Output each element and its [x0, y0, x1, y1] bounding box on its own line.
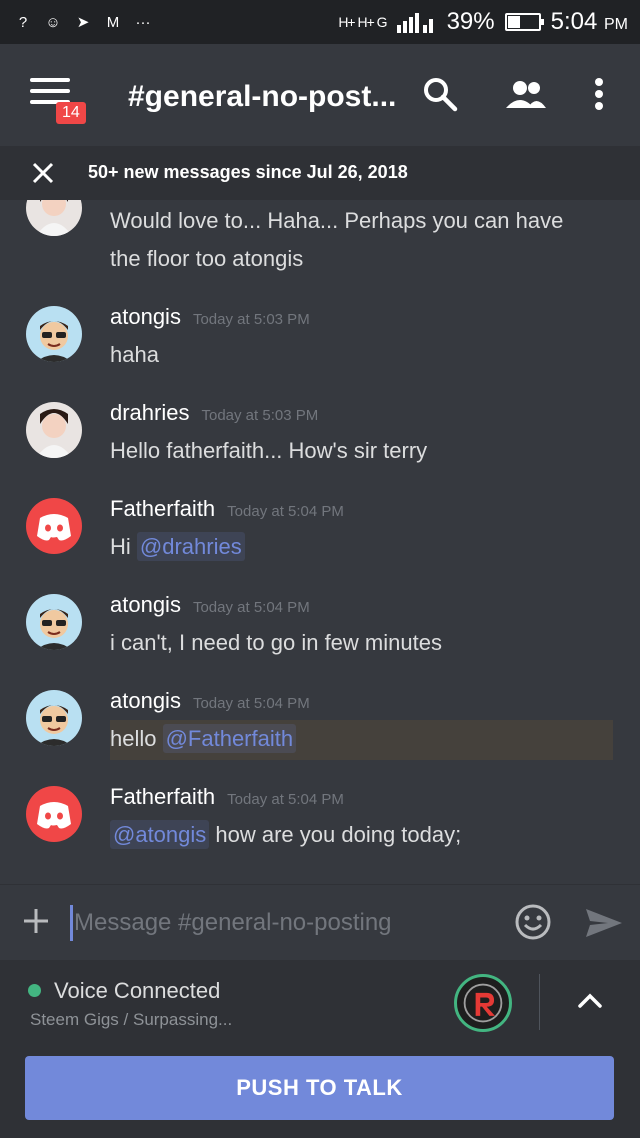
send-icon[interactable] — [584, 907, 624, 939]
message-header: atongis Today at 5:03 PM — [110, 304, 310, 330]
emoji-icon[interactable] — [514, 903, 552, 941]
message-author[interactable]: Fatherfaith — [110, 784, 215, 810]
message-text-suffix: how are you doing today; — [209, 822, 462, 847]
chevron-up-icon[interactable] — [576, 990, 604, 1010]
avatar-atongis[interactable] — [26, 306, 82, 362]
voice-channel-name[interactable]: Steem Gigs / Surpassing... — [30, 1010, 232, 1030]
search-icon[interactable] — [420, 74, 460, 114]
avatar-atongis[interactable] — [26, 594, 82, 650]
app-notification-icon: ☺ — [45, 13, 61, 31]
mention[interactable]: @Fatherfaith — [162, 724, 297, 753]
clock: 5:04 PM — [551, 8, 628, 36]
message-list[interactable]: Would love to... Haha... Perhaps you can… — [0, 200, 640, 884]
channel-toolbar: 14 #general-no-post... — [0, 44, 640, 146]
message-text-prefix: hello — [110, 726, 163, 751]
signal-icon: H+ H+ G — [338, 14, 387, 30]
signal-bars-icon — [396, 13, 433, 33]
message-author[interactable]: Fatherfaith — [110, 496, 215, 522]
help-icon: ? — [18, 13, 28, 31]
voice-status: Voice Connected — [54, 978, 221, 1003]
discord-logo-icon — [37, 802, 71, 829]
gmail-icon: M — [106, 13, 120, 31]
status-bar: ? ☺ ➤ M ··· H+ H+ G 39% 5:04 PM — [0, 0, 640, 44]
avatar-drahries[interactable] — [26, 200, 82, 236]
battery-percent: 39% — [446, 8, 495, 35]
avatar-drahries[interactable] — [26, 402, 82, 458]
message-text: Would love to... Haha... Perhaps you can… — [110, 202, 563, 278]
message-text-prefix: Hi — [110, 534, 137, 559]
message-author[interactable]: drahries — [110, 400, 189, 426]
message-line: the floor too atongis — [110, 246, 304, 271]
message-header: drahries Today at 5:03 PM — [110, 400, 318, 426]
message-author[interactable]: atongis — [110, 688, 181, 714]
message-timestamp: Today at 5:04 PM — [227, 503, 344, 520]
new-messages-text: 50+ new messages since Jul 26, 2018 — [88, 162, 408, 182]
message-header: atongis Today at 5:04 PM — [110, 592, 310, 618]
message-input[interactable] — [74, 905, 494, 941]
avatar-discord-default[interactable] — [26, 786, 82, 842]
menu-icon — [30, 78, 70, 82]
clock-time: 5:04 — [550, 8, 598, 35]
message-text: i can't, I need to go in few minutes — [110, 630, 442, 655]
more-vertical-icon[interactable] — [584, 74, 614, 114]
message-composer — [0, 884, 640, 960]
voice-user-avatar[interactable] — [454, 974, 512, 1032]
avatar-discord-default[interactable] — [26, 498, 82, 554]
mention[interactable]: @atongis — [110, 820, 210, 849]
voice-panel: Voice Connected Steem Gigs / Surpassing.… — [0, 960, 640, 1138]
plus-icon[interactable] — [22, 907, 50, 935]
message-timestamp: Today at 5:03 PM — [192, 311, 310, 328]
message-timestamp: Today at 5:04 PM — [192, 599, 310, 616]
message-header: Fatherfaith Today at 5:04 PM — [110, 496, 344, 522]
new-messages-bar[interactable]: 50+ new messages since Jul 26, 2018 — [0, 146, 640, 200]
message-text: haha — [110, 342, 159, 367]
message-text: @atongis how are you doing today; — [110, 816, 461, 854]
message-header: atongis Today at 5:04 PM — [110, 688, 310, 714]
divider — [539, 974, 540, 1030]
battery-icon — [504, 13, 544, 31]
avatar-atongis[interactable] — [26, 690, 82, 746]
message-text: Hello fatherfaith... How's sir terry — [110, 438, 428, 463]
discord-logo-icon — [37, 514, 71, 541]
message-author[interactable]: atongis — [110, 304, 181, 330]
message-timestamp: Today at 5:04 PM — [227, 791, 344, 808]
close-icon[interactable] — [30, 160, 56, 186]
message-text: hello @Fatherfaith — [110, 720, 297, 758]
members-icon[interactable] — [504, 74, 548, 114]
message-text: Hi @drahries — [110, 528, 245, 566]
message-line: Would love to... Haha... Perhaps you can… — [110, 208, 564, 233]
voice-connected-dot — [28, 984, 41, 997]
clock-ampm: PM — [604, 16, 628, 33]
message-author[interactable]: atongis — [110, 592, 181, 618]
telegram-icon: ➤ — [76, 14, 90, 31]
more-notifications-icon: ··· — [135, 13, 151, 31]
push-to-talk-button[interactable]: PUSH TO TALK — [25, 1056, 614, 1120]
text-cursor — [70, 905, 73, 941]
menu-icon-bar — [30, 89, 70, 93]
message-header: Fatherfaith Today at 5:04 PM — [110, 784, 344, 810]
mention[interactable]: @drahries — [136, 532, 245, 561]
message-timestamp: Today at 5:04 PM — [192, 695, 310, 712]
channel-title[interactable]: #general-no-post... — [128, 80, 396, 114]
message-timestamp: Today at 5:03 PM — [201, 407, 319, 424]
unread-badge: 14 — [56, 102, 86, 124]
r-logo-icon — [463, 983, 503, 1023]
